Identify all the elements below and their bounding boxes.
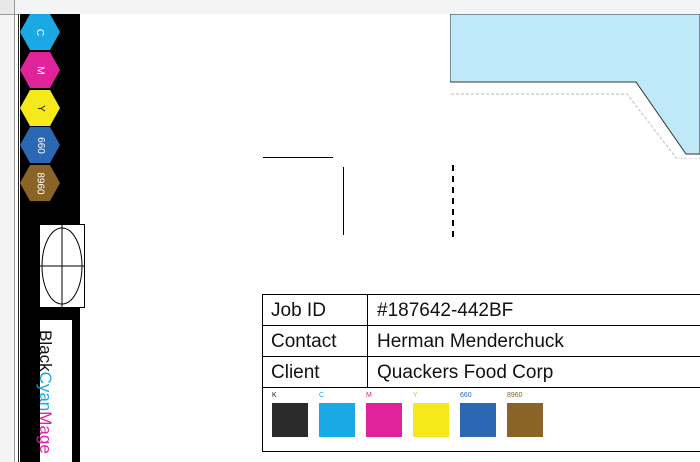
color-chip-label: C <box>34 28 46 36</box>
brand-logo-text: BlackCyanMage <box>35 330 55 454</box>
color-chip-label: Y <box>34 104 46 112</box>
swatch-8960[interactable] <box>507 403 543 437</box>
swatch-label: M <box>366 392 372 399</box>
color-chip-label: 660 <box>34 136 46 154</box>
table-row: Client Quackers Food Corp <box>263 357 700 388</box>
swatch-label: 660 <box>460 392 472 399</box>
table-row: Job ID #187642-442BF <box>263 295 700 326</box>
column-divider <box>367 326 368 356</box>
color-chip-label: M <box>34 65 46 75</box>
swatch-660[interactable] <box>460 403 496 437</box>
brand-part-mage: Mage <box>36 411 55 454</box>
swatch-label: K <box>272 392 277 399</box>
contact-label: Contact <box>271 331 337 352</box>
swatch-label: Y <box>413 392 418 399</box>
table-row: Contact Herman Menderchuck <box>263 326 700 357</box>
ruler-origin[interactable] <box>0 0 15 15</box>
crop-mark-vertical <box>343 167 344 235</box>
artboard-canvas: C M Y 660 8960 BlackCyanMage Job ID #187642-… <box>0 0 700 462</box>
swatch-c[interactable] <box>319 403 355 437</box>
job-id-value[interactable]: #187642-442BF <box>377 300 513 322</box>
brand-part-cyan: Cyan <box>36 371 55 412</box>
swatch-m[interactable] <box>366 403 402 437</box>
contact-value[interactable]: Herman Menderchuck <box>377 331 564 353</box>
registration-mark <box>39 224 85 308</box>
swatch-label: 8960 <box>507 392 523 399</box>
blue-artwork-shape[interactable] <box>450 14 700 159</box>
client-value[interactable]: Quackers Food Corp <box>377 362 553 384</box>
client-label: Client <box>271 362 320 383</box>
color-chip-label: 8960 <box>34 171 46 195</box>
vertical-ruler[interactable] <box>0 0 15 462</box>
brand-part-black: Black <box>36 330 55 372</box>
crop-mark-horizontal <box>263 157 333 158</box>
column-divider <box>367 295 368 325</box>
fold-mark-dashed <box>452 165 454 237</box>
column-divider <box>367 357 368 387</box>
swatch-k[interactable] <box>272 403 308 437</box>
swatch-label: C <box>319 392 325 399</box>
job-id-label: Job ID <box>271 300 326 321</box>
swatch-y[interactable] <box>413 403 449 437</box>
horizontal-ruler[interactable] <box>0 0 700 15</box>
